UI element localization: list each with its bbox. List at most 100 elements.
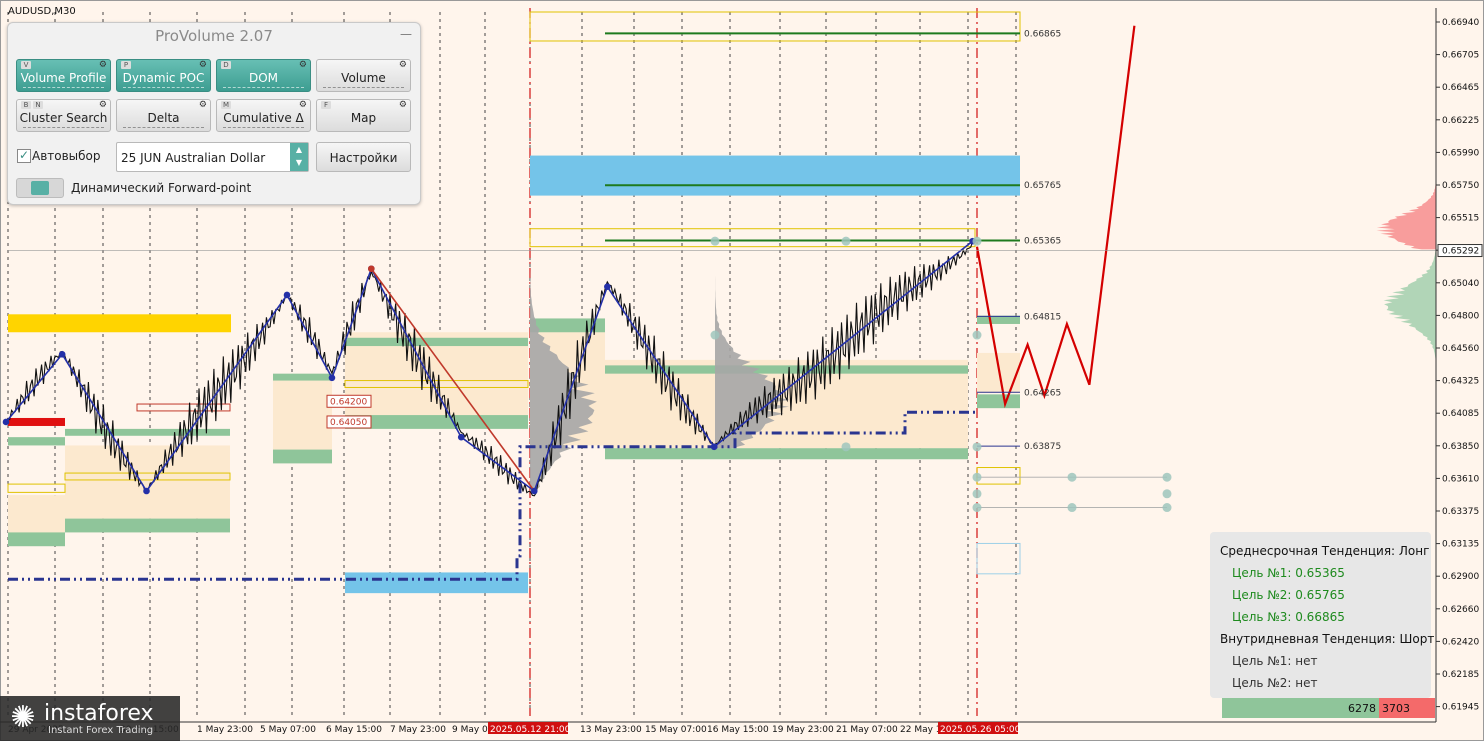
toggle-knob xyxy=(31,181,49,195)
cumulative-delta-button[interactable]: M ⚙ Cumulative Δ xyxy=(216,99,311,132)
gear-icon[interactable]: ⚙ xyxy=(99,101,107,110)
zone-label: 0.64050 xyxy=(330,418,367,428)
spinner-control[interactable]: ▲ ▼ xyxy=(290,143,308,171)
button-indicator xyxy=(23,124,104,128)
button-label: Volume Profile xyxy=(20,71,107,85)
contract-select[interactable]: 25 JUN Australian Dollar ▲ ▼ xyxy=(116,142,309,172)
level-marker xyxy=(972,472,982,482)
gear-icon[interactable]: ⚙ xyxy=(99,61,107,70)
button-label: Настройки xyxy=(329,151,398,165)
autoselect-label: Автовыбор xyxy=(32,149,101,163)
price-tick-label: 0.65750 xyxy=(1442,181,1479,191)
value-area-high xyxy=(8,437,65,446)
logo-icon: ✺ xyxy=(10,700,36,735)
time-tick-label: 2025.05.26 05:00 xyxy=(940,725,1021,735)
gear-icon[interactable]: ⚙ xyxy=(199,61,207,70)
button-indicator xyxy=(323,84,404,88)
value-area-high xyxy=(345,337,528,347)
price-tick-label: 0.66465 xyxy=(1442,83,1479,93)
value-area-zone xyxy=(65,445,230,519)
price-tick-label: 0.66705 xyxy=(1442,51,1479,61)
time-tick-label: 21 May 07:00 xyxy=(836,725,898,735)
button-label: DOM xyxy=(248,71,279,85)
price-tick-label: 0.63135 xyxy=(1442,540,1479,550)
mid-target-1: Цель №1: 0.65365 xyxy=(1232,566,1345,580)
price-tick-label: 0.66225 xyxy=(1442,116,1479,126)
mid-trend-title: Среднесрочная Тенденция: Лонг xyxy=(1220,544,1430,558)
button-label: Map xyxy=(350,111,377,125)
provolume-panel: ProVolume 2.07 — V ⚙ Volume Profile P ⚙ … xyxy=(7,22,421,205)
sell-volume: 3703 xyxy=(1379,698,1435,718)
level-marker xyxy=(972,442,982,452)
price-tick-label: 0.62185 xyxy=(1442,670,1479,680)
level-label: 0.64265 xyxy=(1024,388,1061,398)
chevron-up-icon[interactable]: ▲ xyxy=(290,143,308,156)
chevron-down-icon[interactable]: ▼ xyxy=(290,156,308,169)
level-marker xyxy=(710,236,720,246)
level-marker xyxy=(972,489,982,499)
button-indicator xyxy=(223,84,304,88)
gear-icon[interactable]: ⚙ xyxy=(299,61,307,70)
gear-icon[interactable]: ⚙ xyxy=(399,61,407,70)
level-marker xyxy=(1067,503,1077,513)
autoselect-checkbox[interactable]: ✓ xyxy=(17,149,31,163)
dynamic-poc-button[interactable]: P ⚙ Dynamic POC xyxy=(116,59,211,92)
value-area-low xyxy=(8,532,65,547)
mid-target-2: Цель №2: 0.65765 xyxy=(1232,588,1345,602)
zigzag-pivot xyxy=(457,433,465,441)
level-label: 0.65765 xyxy=(1024,181,1061,191)
value-area-low xyxy=(65,518,230,533)
zigzag-pivot xyxy=(530,487,538,495)
price-tick-label: 0.63850 xyxy=(1442,442,1479,452)
time-tick-label: 13 May 23:00 xyxy=(580,725,642,735)
hotkey-badge: M xyxy=(221,101,231,109)
level-marker xyxy=(710,330,720,340)
delta-button[interactable]: ⚙ Delta xyxy=(116,99,211,132)
settings-button[interactable]: Настройки xyxy=(316,142,411,172)
minimize-icon[interactable]: — xyxy=(400,28,412,41)
time-tick-label: 15 May 07:00 xyxy=(645,725,707,735)
hotkey-badge: V xyxy=(21,61,31,69)
time-tick-label: 2025.05.12 21:00 xyxy=(490,725,571,735)
volume-profile-button[interactable]: V ⚙ Volume Profile xyxy=(16,59,111,92)
forecast-zone-green xyxy=(977,394,1020,409)
volume-balance-bar: 6278 3703 xyxy=(1222,698,1435,718)
time-tick-label: 7 May 23:00 xyxy=(390,725,446,735)
forward-point-toggle[interactable] xyxy=(16,178,64,198)
value-area-low xyxy=(605,448,968,460)
panel-title: ProVolume 2.07 xyxy=(155,27,273,45)
price-tick-label: 0.65040 xyxy=(1442,279,1479,289)
zigzag-pivot xyxy=(328,374,336,382)
value-area-low xyxy=(345,415,528,429)
gear-icon[interactable]: ⚙ xyxy=(399,101,407,110)
price-tick-label: 0.64085 xyxy=(1442,409,1479,419)
demand-zone-blue xyxy=(345,572,528,594)
zigzag-pivot xyxy=(143,487,150,495)
buy-volume: 6278 xyxy=(1222,698,1379,718)
hotkey-badge: B xyxy=(21,101,31,109)
zigzag-pivot xyxy=(604,283,611,290)
contract-value: 25 JUN Australian Dollar xyxy=(121,151,266,165)
map-button[interactable]: F ⚙ Map xyxy=(316,99,411,132)
price-tick-label: 0.64560 xyxy=(1442,344,1479,354)
value-area-high xyxy=(65,428,230,436)
cluster-search-button[interactable]: B N ⚙ Cluster Search xyxy=(16,99,111,132)
button-label: Dynamic POC xyxy=(122,71,205,85)
sell-volume-value: 3703 xyxy=(1382,702,1410,715)
zigzag-pivot xyxy=(283,291,291,299)
value-area-high xyxy=(273,373,332,381)
symbol-label: AUDUSD,M30 xyxy=(8,6,76,17)
gear-icon[interactable]: ⚙ xyxy=(199,101,207,110)
button-indicator xyxy=(123,124,204,128)
gear-icon[interactable]: ⚙ xyxy=(299,101,307,110)
value-area-zone xyxy=(273,380,332,450)
price-tick-label: 0.62900 xyxy=(1442,572,1479,582)
mid-target-3: Цель №3: 0.66865 xyxy=(1232,610,1345,624)
price-tick-label: 0.66940 xyxy=(1442,18,1479,28)
button-indicator xyxy=(223,124,304,128)
button-indicator xyxy=(23,84,104,88)
level-label: 0.66865 xyxy=(1024,29,1061,39)
target-zone-blue xyxy=(530,155,1020,196)
dom-button[interactable]: D ⚙ DOM xyxy=(216,59,311,92)
volume-button[interactable]: ⚙ Volume xyxy=(316,59,411,92)
